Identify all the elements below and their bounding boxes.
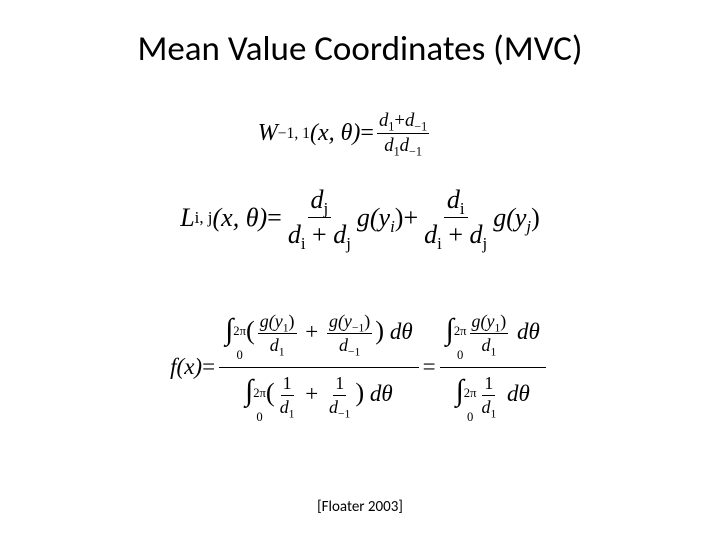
f-args: (x) — [177, 354, 203, 380]
L-gyi: g(yi) — [357, 203, 404, 233]
equation-W: W−1, 1(x, θ) = d1+d−1d1d−1 — [30, 110, 660, 157]
W-args: (x, θ) — [310, 120, 360, 147]
L-args: (x, θ) — [213, 203, 268, 233]
W-symbol: W — [258, 120, 278, 147]
slide-title: Mean Value Coordinates (MVC) — [0, 0, 720, 70]
f-frac-left: ∫2π0(g(y1)d1 + g(y−1)d−1) dθ ∫2π0(1d1 + … — [219, 308, 419, 426]
equation-L: Li, j(x, θ) = djdi + djg(yi) + didi + dj… — [60, 185, 660, 250]
L-gyj: g(yj) — [493, 203, 540, 233]
slide-content: W−1, 1(x, θ) = d1+d−1d1d−1 Li, j(x, θ) =… — [0, 70, 720, 426]
equals: = — [267, 203, 282, 233]
equation-f: f(x) = ∫2π0(g(y1)d1 + g(y−1)d−1) dθ ∫2π0… — [60, 308, 660, 426]
W-fraction: d1+d−1d1d−1 — [377, 110, 429, 157]
citation: [Floater 2003] — [0, 498, 720, 516]
plus: + — [403, 203, 418, 233]
L-term1-frac: djdi + dj — [285, 185, 354, 250]
equals-2: = — [423, 354, 436, 380]
f-frac-right: ∫2π0g(y1)d1 dθ ∫2π01d1 dθ — [440, 308, 546, 426]
L-term2-frac: didi + dj — [421, 185, 490, 250]
equals: = — [360, 120, 374, 147]
L-symbol: L — [180, 203, 194, 233]
equals: = — [202, 354, 215, 380]
